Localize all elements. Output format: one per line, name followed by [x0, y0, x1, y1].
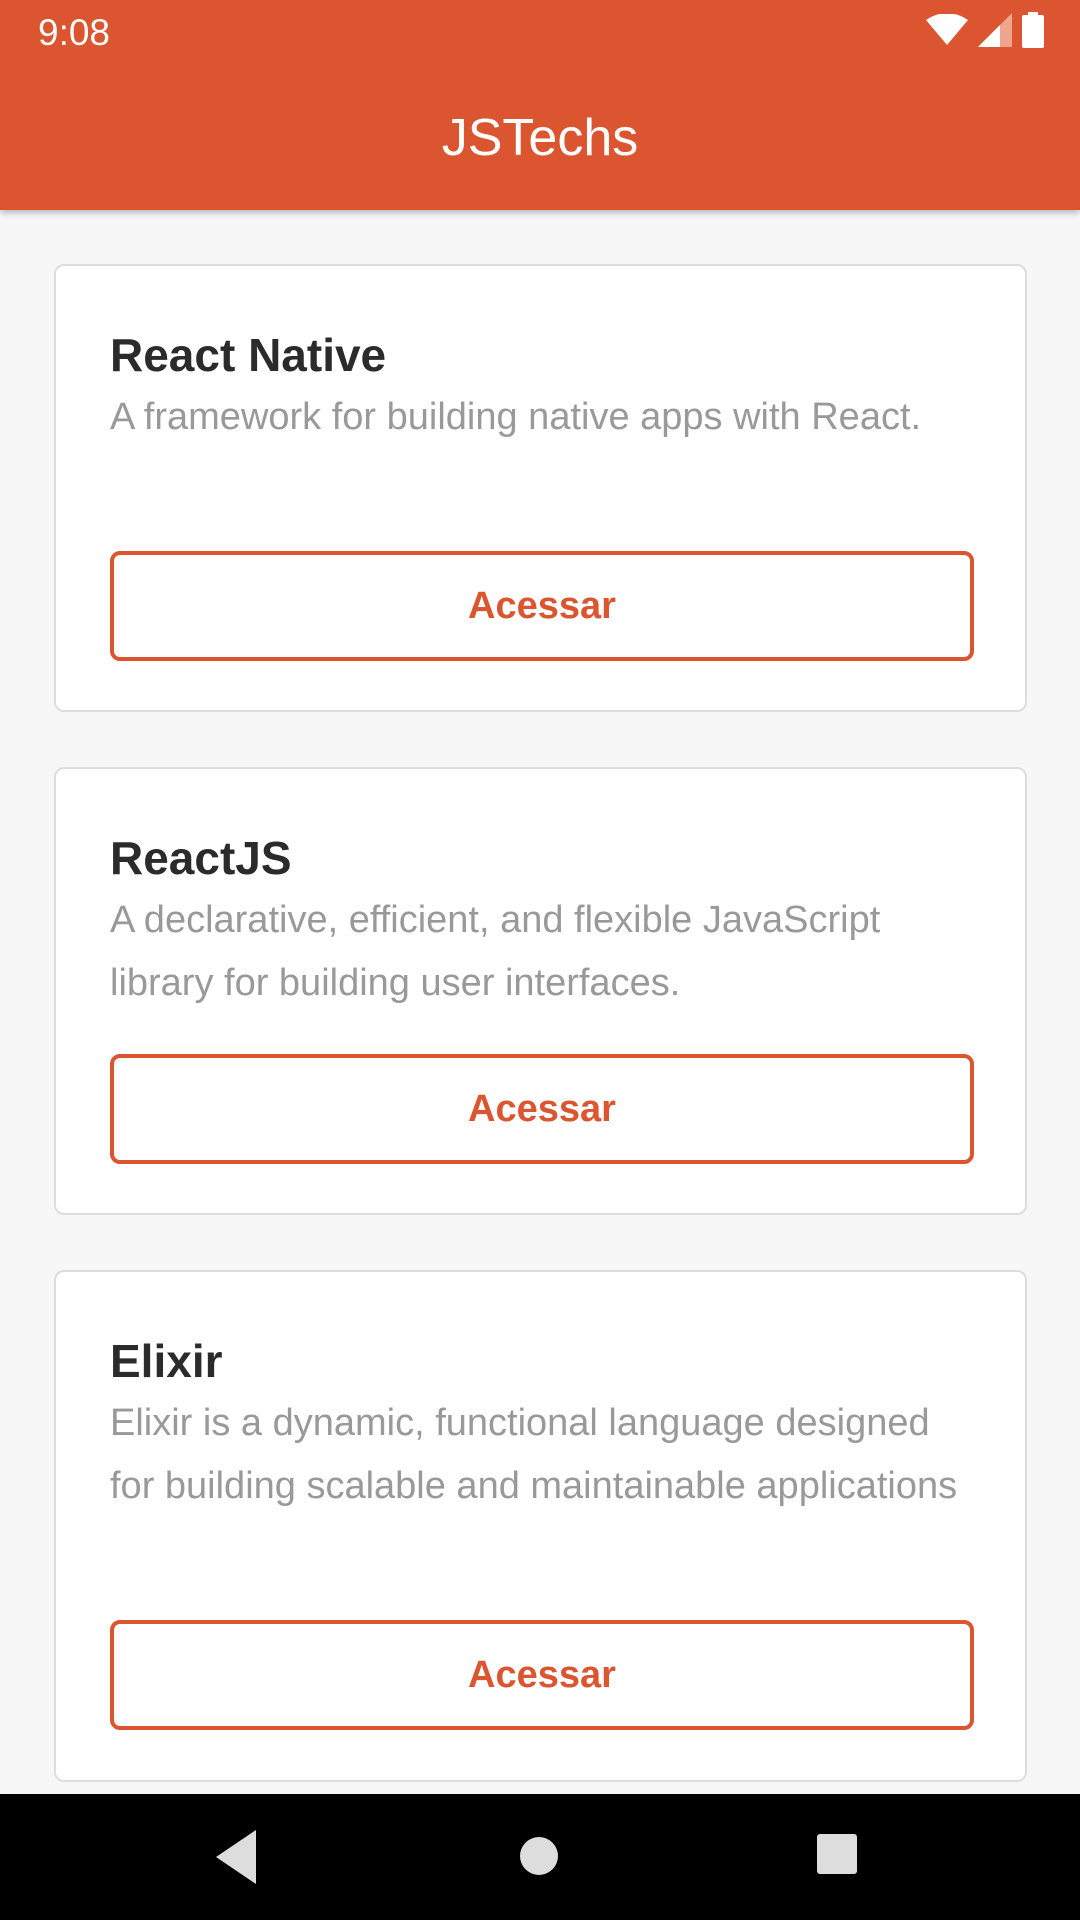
- tech-card-reactjs: ReactJS A declarative, efficient, and fl…: [54, 767, 1027, 1215]
- access-button[interactable]: Acessar: [110, 1054, 974, 1164]
- back-icon[interactable]: [216, 1830, 262, 1889]
- card-title: React Native: [110, 329, 387, 381]
- tech-list[interactable]: React Native A framework for building na…: [0, 210, 1080, 1794]
- signal-icon: [978, 12, 1012, 52]
- recents-icon[interactable]: [816, 1833, 858, 1880]
- card-description: Elixir is a dynamic, functional language…: [110, 1402, 958, 1507]
- wifi-icon: [926, 12, 968, 51]
- card-description: A declarative, efficient, and flexible J…: [110, 899, 881, 1004]
- home-icon[interactable]: [519, 1836, 559, 1881]
- status-icons: [926, 11, 1044, 53]
- status-time: 9:08: [38, 12, 111, 53]
- app-title: JSTechs: [441, 109, 639, 167]
- tech-card-elixir: Elixir Elixir is a dynamic, functional l…: [54, 1270, 1027, 1782]
- card-title: Elixir: [110, 1335, 223, 1387]
- battery-icon: [1022, 11, 1044, 53]
- app-header: 9:08 JSTechs: [0, 0, 1080, 210]
- access-button[interactable]: Acessar: [110, 1620, 974, 1730]
- navigation-bar: [0, 1794, 1080, 1920]
- tech-card-react-native: React Native A framework for building na…: [54, 264, 1027, 712]
- access-button[interactable]: Acessar: [110, 551, 974, 661]
- card-description: A framework for building native apps wit…: [110, 396, 922, 438]
- card-title: ReactJS: [110, 832, 292, 884]
- status-bar: 9:08: [0, 0, 1080, 63]
